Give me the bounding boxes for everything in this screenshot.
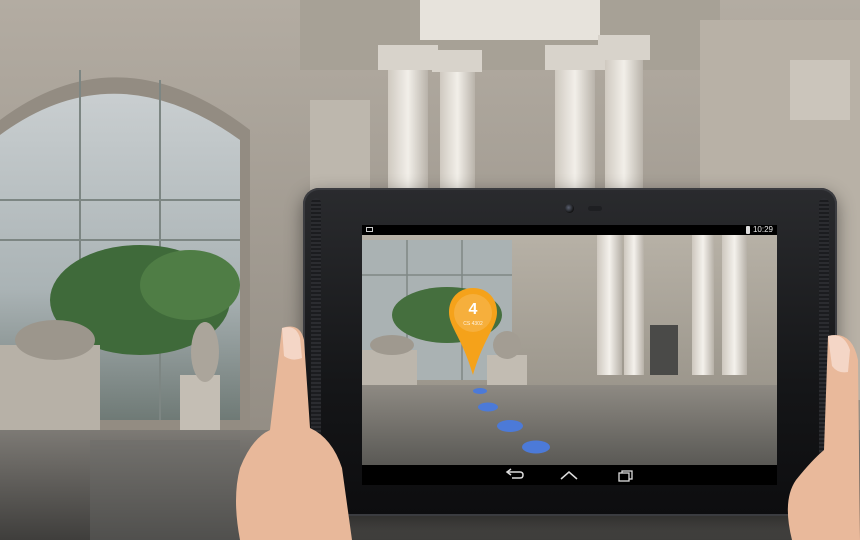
back-button[interactable] (502, 468, 526, 482)
status-time: 10:29 (752, 225, 773, 234)
back-icon (505, 468, 524, 479)
recents-button[interactable] (614, 468, 638, 482)
waypoint-number: 4 (468, 301, 478, 318)
path-dot (478, 402, 498, 412)
path-dot (497, 420, 523, 432)
image-icon (366, 227, 373, 232)
path-dot (522, 440, 550, 454)
right-hand (787, 335, 860, 540)
waypoint-marker[interactable]: 4 CS 4302 (446, 285, 500, 379)
status-bar: 10:29 (362, 225, 777, 235)
path-dot (473, 388, 487, 394)
map-pin-icon (449, 288, 497, 375)
home-icon (560, 471, 578, 480)
front-camera (565, 204, 574, 213)
navigation-bar (362, 465, 777, 485)
tablet-screen: 10:29 4 CS 4302 (362, 225, 777, 485)
ar-camera-view[interactable] (362, 235, 777, 465)
home-button[interactable] (557, 468, 581, 482)
light-sensor (588, 206, 602, 211)
battery-icon (746, 226, 750, 234)
tablet-device: 10:29 4 CS 4302 (303, 188, 837, 516)
left-hand (236, 326, 352, 540)
waypoint-label: CS 4302 (463, 321, 483, 327)
recents-icon (618, 470, 633, 482)
